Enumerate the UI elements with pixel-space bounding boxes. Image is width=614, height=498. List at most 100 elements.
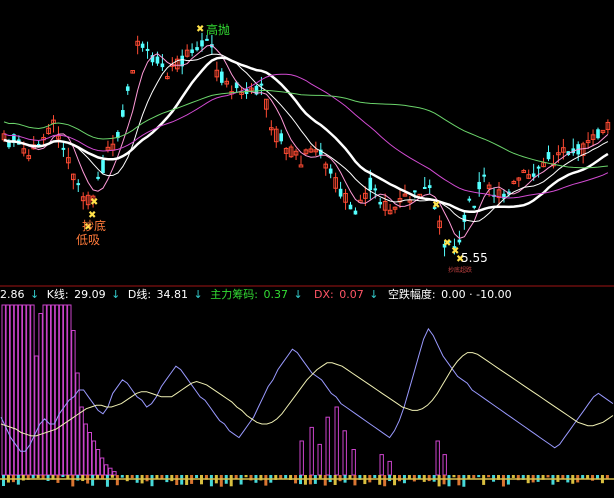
- k-arrow: ↓: [111, 288, 120, 301]
- candle-body: [378, 201, 382, 205]
- candle-body: [413, 190, 417, 193]
- dx-value: 0.07: [339, 288, 364, 301]
- bottom-bar: [195, 475, 199, 478]
- left-arrow: ↓: [30, 288, 39, 301]
- bottom-bar: [31, 475, 35, 479]
- bottom-bar: [61, 475, 65, 478]
- bottom-bar: [605, 475, 609, 479]
- bottom-bar: [155, 475, 159, 479]
- candle-body: [462, 214, 467, 222]
- signal-x-marker: ✖: [432, 200, 440, 211]
- candle-body: [353, 210, 358, 215]
- candle-body: [477, 181, 481, 190]
- candle-body: [338, 188, 343, 197]
- bottom-bar: [338, 475, 342, 482]
- d-arrow: ↓: [194, 288, 203, 301]
- bottom-bar: [130, 475, 134, 479]
- bottom-bar: [115, 475, 119, 486]
- candle-body: [472, 205, 477, 208]
- candle-body: [121, 110, 125, 117]
- bottom-bar: [318, 475, 322, 479]
- candle-body: [482, 174, 486, 177]
- bottom-bar: [472, 475, 476, 479]
- left-partial-value: 2.86: [0, 288, 25, 301]
- bottom-bar: [239, 475, 243, 485]
- svg-text:DX: 0.07 ↓ 空: DX: 0.07 ↓ 空跌幅度: 0.00 · -10.00: [314, 287, 512, 301]
- bottom-bar: [467, 475, 471, 479]
- k-line-value: 29.09: [74, 288, 106, 301]
- candle-body: [373, 188, 378, 191]
- candle-body: [200, 40, 204, 47]
- bottom-bar: [393, 475, 397, 486]
- main-arrow: ↓: [293, 288, 302, 301]
- candle-body: [259, 83, 264, 86]
- bottom-bar: [81, 475, 85, 482]
- bottom-bar: [229, 475, 233, 487]
- candle-body: [140, 43, 145, 48]
- indicator-legend-bar: 2.86 ↓ K线: 29.09 ↓ D线: 34.81 ↓ 主力筹码: 0.3…: [0, 287, 512, 301]
- bottom-bar: [41, 475, 45, 479]
- candle-body: [160, 63, 165, 68]
- low-price-label: 5.55: [461, 251, 488, 265]
- bottom-bar: [2, 475, 5, 487]
- bottom-bar: [378, 475, 382, 485]
- dx-arrow: ↓: [369, 288, 378, 301]
- bottom-bar: [477, 475, 481, 478]
- range-value: 0.00 · -10.00: [441, 288, 511, 301]
- bottom-bar: [417, 475, 421, 479]
- candle-body: [422, 186, 427, 189]
- candle-body: [205, 38, 209, 41]
- bottom-bar: [264, 475, 268, 486]
- d-line-value: 34.81: [157, 288, 189, 301]
- bottom-bar: [110, 475, 114, 478]
- bottom-bar: [487, 475, 491, 478]
- bottom-bar: [145, 475, 149, 482]
- candle-body: [96, 176, 100, 179]
- candle-body: [195, 47, 199, 51]
- small-tag-label: 抄底超跌: [448, 266, 472, 274]
- bottom-bar: [427, 475, 431, 482]
- signal-x-marker: ✖: [90, 197, 98, 208]
- candle-body: [155, 56, 160, 64]
- bottom-bar: [105, 475, 109, 487]
- bottom-bar: [398, 475, 401, 482]
- bottom-buy-label: 抄底: [82, 218, 106, 233]
- bottom-bar: [373, 475, 377, 478]
- bottom-bar: [546, 475, 550, 478]
- bottom-bar: [16, 475, 20, 485]
- bottom-bar: [506, 475, 510, 485]
- k-line-label: K线:: [47, 287, 69, 301]
- bottom-bar: [501, 475, 505, 487]
- bottom-bar: [457, 475, 461, 486]
- bottom-bar: [91, 475, 95, 486]
- bottom-bar: [36, 475, 40, 479]
- bottom-bar: [244, 475, 248, 478]
- d-line-label: D线:: [128, 287, 151, 301]
- low-buy-label: 低吸: [76, 233, 100, 247]
- high-sell-label: 高抛: [206, 22, 230, 37]
- bottom-bar: [150, 475, 154, 487]
- candle-body: [427, 185, 432, 189]
- main-chips-label: 主力筹码:: [210, 287, 258, 301]
- bottom-bar: [353, 475, 357, 486]
- candle-body: [220, 71, 224, 83]
- candle-body: [190, 49, 194, 53]
- bottom-bar: [388, 475, 392, 482]
- candle-body: [61, 147, 66, 150]
- candle-body: [76, 183, 81, 186]
- candle-body: [125, 86, 130, 91]
- bottom-bar: [175, 475, 179, 486]
- bottom-bar: [437, 475, 441, 487]
- stock-chart[interactable]: ✖✖✖ ✖✖✖✖✖ 高抛 抄底 低吸 5.55 抄底超跌 2.86 ↓ K线: 2…: [0, 0, 614, 498]
- bottom-bar: [101, 475, 104, 479]
- main-chips-value: 0.37: [263, 288, 288, 301]
- candle-body: [467, 198, 472, 201]
- bottom-bar: [279, 475, 283, 479]
- candle-body: [101, 160, 105, 174]
- bottom-bar: [462, 475, 466, 487]
- bottom-bar: [482, 475, 486, 485]
- bottom-bar: [551, 475, 555, 485]
- top-signal-marker: ✖: [196, 24, 204, 35]
- bottom-bar: [71, 475, 75, 487]
- bottom-bar: [120, 475, 124, 478]
